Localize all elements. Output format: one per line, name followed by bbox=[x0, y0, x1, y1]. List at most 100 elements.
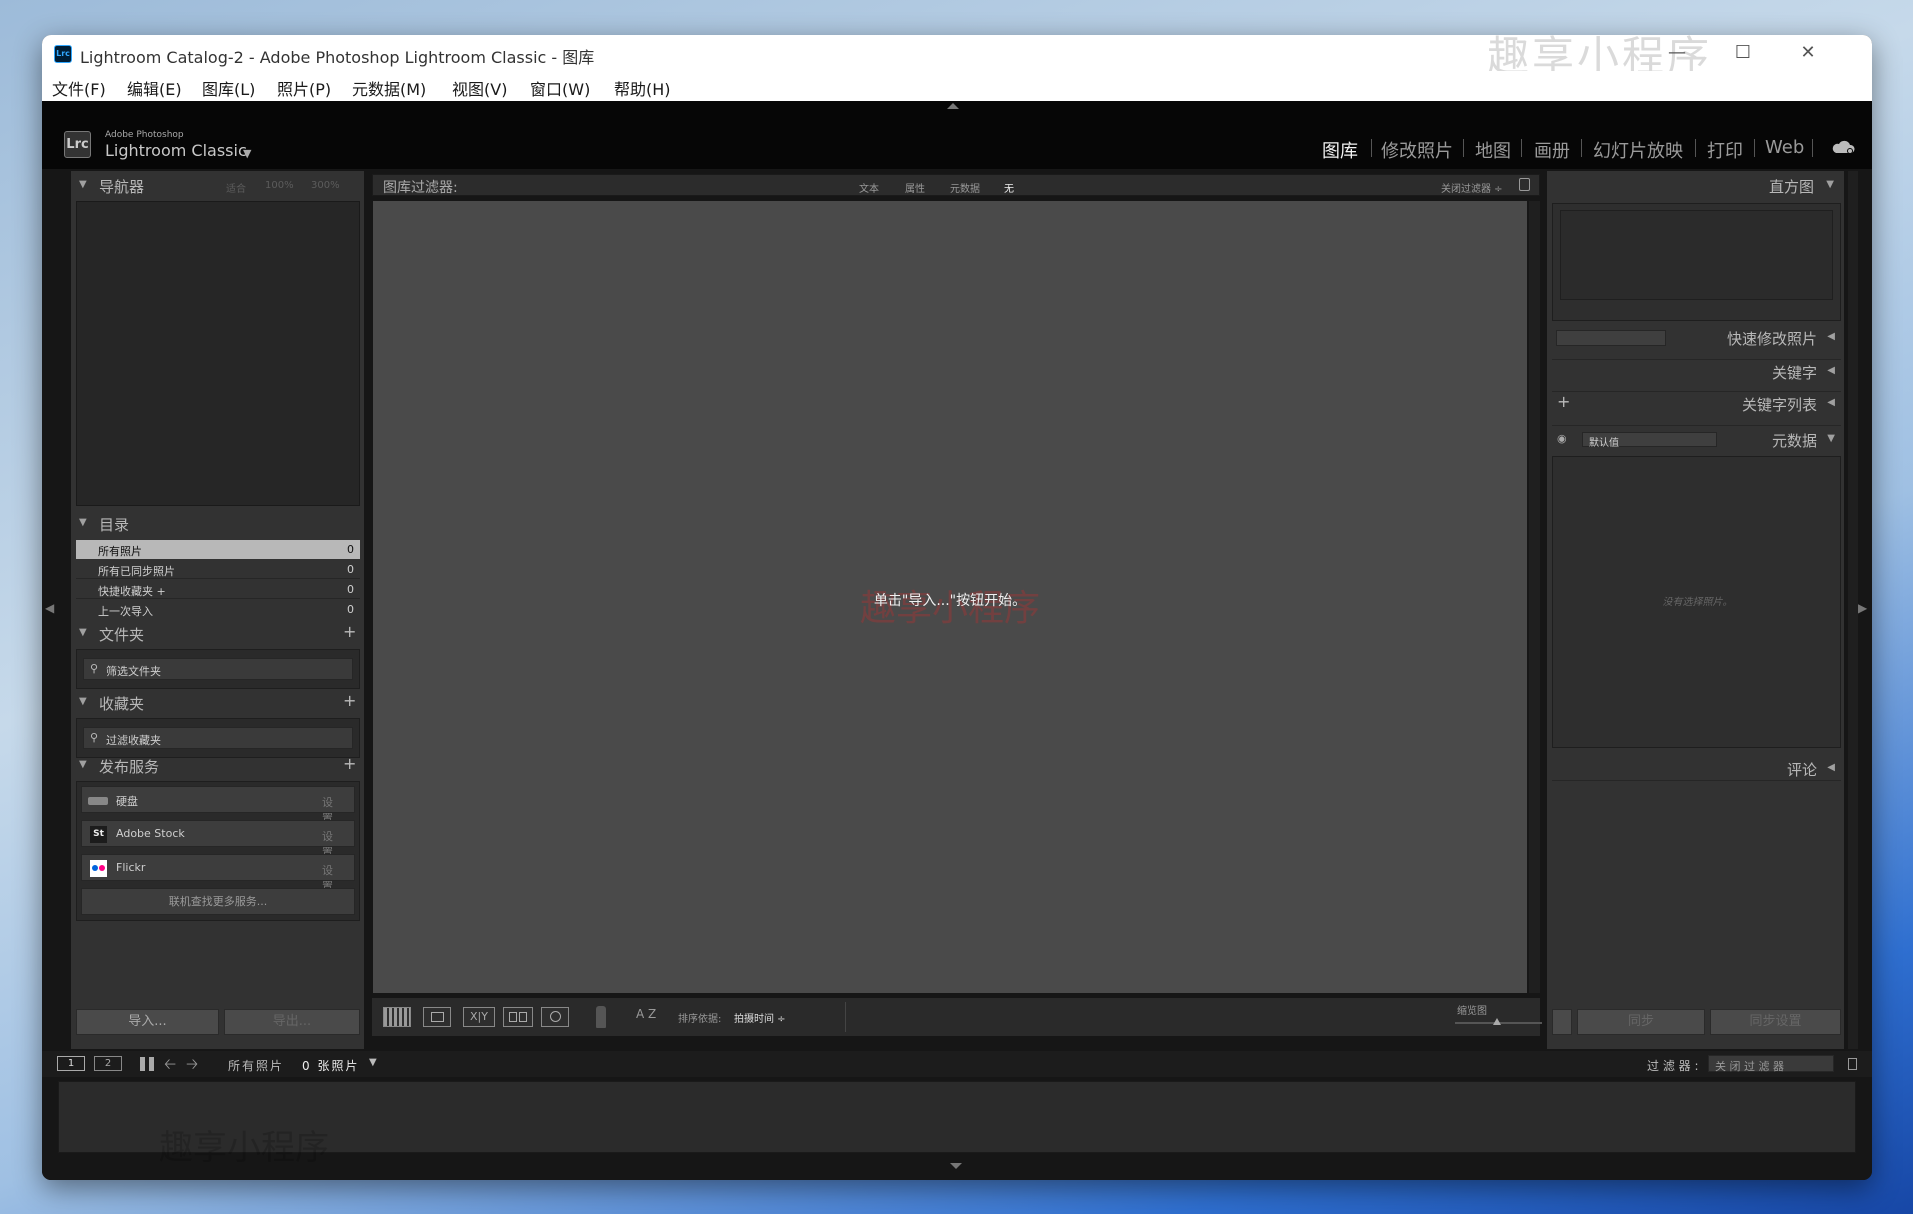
identity-dropdown-icon[interactable]: ▼ bbox=[243, 147, 251, 160]
filmstrip-filter-dropdown[interactable]: 关 闭 过 滤 器 bbox=[1708, 1055, 1834, 1073]
survey-view-icon[interactable] bbox=[503, 1007, 533, 1027]
lightroom-app-icon: Lrc bbox=[54, 45, 72, 63]
close-icon[interactable]: ✕ bbox=[1777, 39, 1839, 67]
module-slideshow[interactable]: 幻灯片放映 bbox=[1593, 137, 1683, 163]
menu-window[interactable]: 窗口(W) bbox=[530, 76, 590, 100]
catalog-header[interactable]: ▼ 目录 bbox=[71, 514, 364, 538]
filter-collections-input[interactable]: ⚲ 过滤收藏夹 bbox=[83, 727, 353, 749]
lrc-logo: Lrc bbox=[64, 131, 91, 158]
module-print[interactable]: 打印 bbox=[1707, 137, 1743, 163]
keywording-header[interactable]: 关键字 ◀ bbox=[1552, 359, 1841, 383]
filter-tab-none[interactable]: 无 bbox=[1004, 180, 1014, 195]
metadata-preset-dropdown[interactable]: 默认值 bbox=[1582, 432, 1717, 449]
module-library[interactable]: 图库 bbox=[1322, 137, 1358, 163]
sort-direction-icon[interactable]: A Z bbox=[636, 1007, 656, 1021]
eye-icon[interactable]: ◉ bbox=[1557, 432, 1567, 445]
minimize-icon[interactable]: — bbox=[1646, 39, 1708, 67]
export-button[interactable]: 导出... bbox=[224, 1009, 360, 1035]
auto-sync-toggle[interactable] bbox=[1552, 1009, 1572, 1035]
screen-2-button[interactable]: 2 bbox=[94, 1056, 122, 1071]
folders-header[interactable]: ▼ 文件夹 + bbox=[71, 622, 364, 648]
source-dropdown-icon[interactable]: ▼ bbox=[369, 1057, 377, 1068]
back-arrow-icon[interactable]: 🡠 bbox=[164, 1054, 176, 1079]
top-panel-toggle-icon[interactable] bbox=[947, 103, 959, 109]
publish-service-flickr[interactable]: Flickr 设置... bbox=[81, 854, 355, 893]
compare-view-icon[interactable]: X|Y bbox=[463, 1007, 495, 1027]
publish-services-body: 硬盘 设置... St Adobe Stock 设置... Flickr 设置.… bbox=[76, 781, 360, 921]
loupe-view-icon[interactable] bbox=[423, 1007, 451, 1027]
screen-1-button[interactable]: 1 bbox=[57, 1056, 85, 1071]
catalog-item-quick-collection[interactable]: 快捷收藏夹 + 0 bbox=[76, 580, 360, 599]
saved-preset-dropdown[interactable] bbox=[1556, 330, 1666, 346]
expand-triangle-icon: ◀ bbox=[1827, 397, 1835, 408]
module-develop[interactable]: 修改照片 bbox=[1381, 137, 1453, 163]
grid-view-icon[interactable] bbox=[383, 1007, 411, 1027]
menu-file[interactable]: 文件(F) bbox=[52, 76, 106, 100]
menu-metadata[interactable]: 元数据(M) bbox=[352, 76, 426, 100]
histogram-graph bbox=[1560, 210, 1833, 300]
filter-tab-text[interactable]: 文本 bbox=[859, 180, 879, 195]
people-view-icon[interactable] bbox=[541, 1007, 569, 1027]
menu-library[interactable]: 图库(L) bbox=[202, 76, 255, 100]
metadata-header[interactable]: ◉ 默认值 元数据 ▼ bbox=[1552, 425, 1841, 451]
add-folder-button[interactable]: + bbox=[343, 622, 356, 641]
module-map[interactable]: 地图 bbox=[1475, 137, 1511, 163]
filter-folders-input[interactable]: ⚲ 筛选文件夹 bbox=[83, 658, 353, 680]
zoom-fit[interactable]: 适合 bbox=[226, 180, 246, 195]
import-button[interactable]: 导入... bbox=[76, 1009, 219, 1035]
bottom-panel-toggle-icon[interactable] bbox=[950, 1163, 962, 1169]
left-panel-toggle-icon[interactable]: ◀ bbox=[45, 601, 54, 615]
right-panel-scrollbar[interactable] bbox=[1848, 171, 1858, 1049]
navigator-header[interactable]: ▼ 导航器 适合 100% 300% bbox=[71, 176, 364, 200]
sort-dropdown[interactable]: 拍摄时间 ÷ bbox=[734, 1010, 786, 1025]
publish-service-adobe-stock[interactable]: St Adobe Stock 设置... bbox=[81, 820, 355, 859]
collections-header[interactable]: ▼ 收藏夹 + bbox=[71, 691, 364, 717]
sync-settings-button[interactable]: 同步设置 bbox=[1710, 1009, 1841, 1035]
identity-plate: Lrc Adobe Photoshop Lightroom Classic ▼ … bbox=[42, 101, 1872, 169]
lightroom-body: Lrc Adobe Photoshop Lightroom Classic ▼ … bbox=[42, 101, 1872, 1180]
menu-help[interactable]: 帮助(H) bbox=[614, 76, 671, 100]
filmstrip-source[interactable]: 所有照片 bbox=[228, 1057, 284, 1074]
sort-label: 排序依据: bbox=[678, 1014, 722, 1025]
right-panel-toggle-icon[interactable]: ▶ bbox=[1858, 601, 1867, 615]
painter-icon[interactable] bbox=[596, 1006, 606, 1028]
maximize-icon[interactable]: ☐ bbox=[1712, 39, 1774, 67]
catalog-item-all-photos[interactable]: 所有照片 0 bbox=[76, 540, 360, 559]
catalog-item-previous-import[interactable]: 上一次导入 0 bbox=[76, 600, 360, 619]
menu-bar: 文件(F) 编辑(E) 图库(L) 照片(P) 元数据(M) 视图(V) 窗口(… bbox=[42, 71, 1872, 101]
slider-handle-icon[interactable] bbox=[1493, 1018, 1501, 1025]
menu-photo[interactable]: 照片(P) bbox=[277, 76, 331, 100]
zoom-100[interactable]: 100% bbox=[265, 180, 294, 191]
comments-header[interactable]: 评论 ◀ bbox=[1552, 757, 1841, 781]
menu-view[interactable]: 视图(V) bbox=[452, 76, 507, 100]
filter-lock-icon[interactable] bbox=[1848, 1058, 1857, 1070]
thumbnail-size-label: 缩览图 bbox=[1457, 1006, 1487, 1017]
keyword-list-header[interactable]: + 关键字列表 ◀ bbox=[1552, 391, 1841, 415]
add-collection-button[interactable]: + bbox=[343, 691, 356, 710]
catalog-item-synced[interactable]: 所有已同步照片 0 bbox=[76, 560, 360, 579]
navigator-preview bbox=[76, 201, 360, 506]
cloud-sync-icon[interactable] bbox=[1831, 139, 1855, 155]
grid-icon[interactable] bbox=[140, 1057, 154, 1071]
filter-preset-dropdown[interactable]: 关闭过滤器 ÷ bbox=[1441, 180, 1503, 195]
publish-services-header[interactable]: ▼ 发布服务 + bbox=[71, 754, 364, 780]
add-publish-service-button[interactable]: + bbox=[343, 754, 356, 773]
sync-button[interactable]: 同步 bbox=[1577, 1009, 1705, 1035]
lock-icon[interactable] bbox=[1519, 178, 1530, 191]
zoom-300[interactable]: 300% bbox=[311, 180, 340, 191]
collapse-triangle-icon: ▼ bbox=[79, 179, 87, 190]
filter-tab-attribute[interactable]: 属性 bbox=[905, 180, 925, 195]
module-book[interactable]: 画册 bbox=[1534, 137, 1570, 163]
filmstrip-photo-count: 0 张照片 bbox=[302, 1059, 360, 1073]
forward-arrow-icon[interactable]: 🡢 bbox=[186, 1054, 198, 1079]
histogram-header[interactable]: 直方图 ▼ bbox=[1547, 176, 1844, 200]
publish-service-hard-drive[interactable]: 硬盘 设置... bbox=[81, 786, 355, 825]
filter-tab-metadata[interactable]: 元数据 bbox=[950, 180, 980, 195]
title-bar: Lrc Lightroom Catalog-2 - Adobe Photosho… bbox=[42, 35, 1872, 81]
menu-edit[interactable]: 编辑(E) bbox=[127, 76, 182, 100]
quick-develop-header[interactable]: 快速修改照片 ◀ bbox=[1552, 327, 1841, 351]
find-more-services-button[interactable]: 联机查找更多服务... bbox=[81, 888, 355, 915]
add-keyword-button[interactable]: + bbox=[1557, 392, 1570, 411]
module-web[interactable]: Web bbox=[1765, 137, 1804, 158]
grid-scrollbar[interactable] bbox=[1529, 201, 1540, 993]
